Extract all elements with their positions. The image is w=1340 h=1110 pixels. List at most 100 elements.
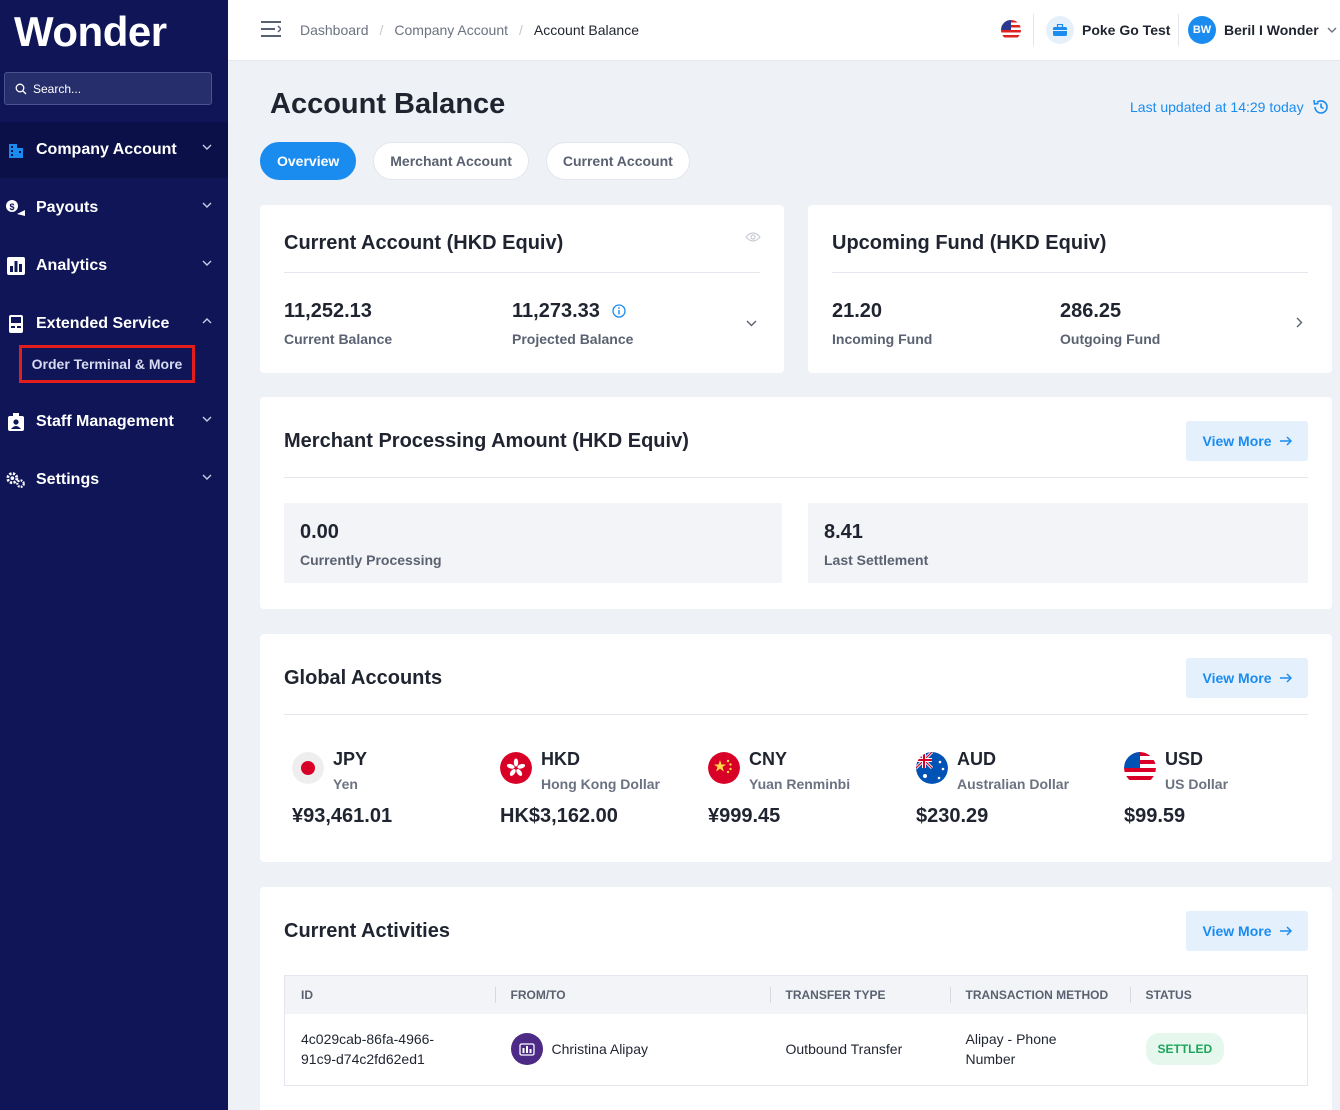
sidebar-item-settings[interactable]: Settings [0,452,228,508]
sidebar-item-label: Settings [36,471,100,488]
divider [1178,14,1179,46]
current-account-card: Current Account (HKD Equiv) 11,252.13 Cu… [260,205,784,373]
chevron-down-icon [202,260,212,266]
sidebar-item-company-account[interactable]: Company Account [0,122,228,178]
last-updated[interactable]: Last updated at 14:29 today [1130,98,1330,116]
sidebar-item-label: Extended Service [36,315,170,332]
gears-icon [5,469,27,491]
currency-amount: $99.59 [1124,805,1186,827]
id-line: 4c029cab-86fa-4966- [301,1031,435,1048]
us-flag-icon [1124,752,1156,784]
last-updated-text: Last updated at 14:29 today [1130,99,1304,115]
view-more-button[interactable]: View More [1186,421,1308,461]
top-bar: Dashboard / Company Account / Account Ba… [228,0,1340,61]
chevron-right-icon[interactable] [1296,317,1303,328]
chevron-down-icon [202,474,212,480]
method-line: Number [965,1051,1016,1068]
column-header-transfer-type[interactable]: TRANSFER TYPE [769,975,950,1014]
breadcrumb-company-account[interactable]: Company Account [394,22,508,38]
china-flag-icon [708,752,740,784]
column-header-status[interactable]: STATUS [1129,975,1308,1014]
cell-transaction-method: Alipay - Phone Number [949,1013,1130,1086]
tab-overview[interactable]: Overview [260,142,357,180]
incoming-fund-value: 21.20 [832,300,883,322]
currency-code: AUD [957,749,996,769]
analytics-icon [5,255,27,277]
view-more-label: View More [1202,923,1272,939]
global-accounts-card: Global Accounts View More JPY Yen ¥93,46… [260,634,1332,862]
user-menu[interactable]: BW Beril I Wonder [1188,16,1337,44]
sidebar-item-extended-service[interactable]: Extended Service [0,296,228,352]
breadcrumb: Dashboard / Company Account / Account Ba… [300,22,639,38]
breadcrumb-dashboard[interactable]: Dashboard [300,22,369,38]
currency-amount: ¥999.45 [708,805,781,827]
cell-from-to: Christina Alipay [494,1013,770,1086]
card-title: Current Activities [284,920,450,942]
chevron-up-icon [202,318,212,324]
chevron-down-icon [202,416,212,422]
divider [284,272,760,273]
method-line: Alipay - Phone [965,1031,1057,1048]
current-balance-value: 11,252.13 [284,300,372,322]
payout-icon: $ [5,197,27,219]
eye-icon[interactable] [745,231,761,243]
currency-code: USD [1165,749,1204,769]
view-more-button[interactable]: View More [1186,911,1308,951]
currency-name: US Dollar [1165,776,1229,792]
column-header-from-to[interactable]: FROM/TO [494,975,770,1014]
chevron-down-icon [202,202,212,208]
currently-processing-box: 0.00 Currently Processing [284,503,782,583]
breadcrumb-separator: / [379,22,384,38]
view-more-button[interactable]: View More [1186,658,1308,698]
search-box[interactable] [4,72,212,105]
table-row[interactable]: 4c029cab-86fa-4966- 91c9-d74c2fd62ed1 Ch… [284,1013,1308,1086]
us-flag-icon[interactable] [1001,20,1021,40]
avatar: BW [1188,16,1216,44]
divider [284,714,1308,715]
outgoing-fund-value: 286.25 [1060,300,1122,322]
page-title: Account Balance [270,88,506,120]
svg-text:$: $ [9,202,14,212]
card-title: Merchant Processing Amount (HKD Equiv) [284,430,689,452]
tab-merchant-account[interactable]: Merchant Account [373,142,529,180]
tab-bar: Overview Merchant Account Current Accoun… [260,142,690,180]
currency-amount: $230.29 [916,805,989,827]
divider [284,477,1308,478]
card-title: Global Accounts [284,667,443,689]
current-activities-card: Current Activities View More ID FROM/TO … [260,887,1332,1110]
arrow-right-icon [1279,436,1292,446]
column-header-id[interactable]: ID [284,975,495,1014]
tab-current-account[interactable]: Current Account [545,142,690,180]
chevron-down-icon[interactable] [746,320,757,327]
menu-icon[interactable] [261,20,281,38]
merchant-processing-card: Merchant Processing Amount (HKD Equiv) V… [260,397,1332,609]
sidebar-item-label: Company Account [36,141,177,158]
last-settlement-label: Last Settlement [824,552,929,568]
projected-balance-label: Projected Balance [512,331,634,347]
currency-name: Yen [333,776,358,792]
search-input[interactable] [33,81,203,96]
building-icon [5,139,27,161]
id-line: 91c9-d74c2fd62ed1 [301,1051,425,1068]
sidebar-item-staff-management[interactable]: Staff Management [0,394,228,450]
sidebar-item-analytics[interactable]: Analytics [0,238,228,294]
australia-flag-icon [916,752,948,784]
arrow-right-icon [1279,926,1292,936]
column-header-transaction-method[interactable]: TRANSACTION METHOD [949,975,1130,1014]
history-icon [1312,99,1328,114]
breadcrumb-separator: / [519,22,523,38]
currently-processing-value: 0.00 [300,521,339,543]
hong-kong-flag-icon [500,752,532,784]
chevron-down-icon [202,144,212,150]
info-icon[interactable] [612,304,626,318]
divider [1033,14,1034,46]
sidebar-item-payouts[interactable]: $ Payouts [0,180,228,236]
business-switcher[interactable]: Poke Go Test [1046,16,1170,44]
sidebar-subitem-order-terminal[interactable]: Order Terminal & More [19,345,195,383]
currency-code: CNY [749,749,788,769]
cell-status: SETTLED [1129,1013,1308,1086]
table-header-row: ID FROM/TO TRANSFER TYPE TRANSACTION MET… [284,975,1308,1014]
app-logo[interactable]: Wonder [14,8,167,56]
outgoing-fund-label: Outgoing Fund [1060,331,1161,347]
breadcrumb-account-balance: Account Balance [533,22,639,38]
